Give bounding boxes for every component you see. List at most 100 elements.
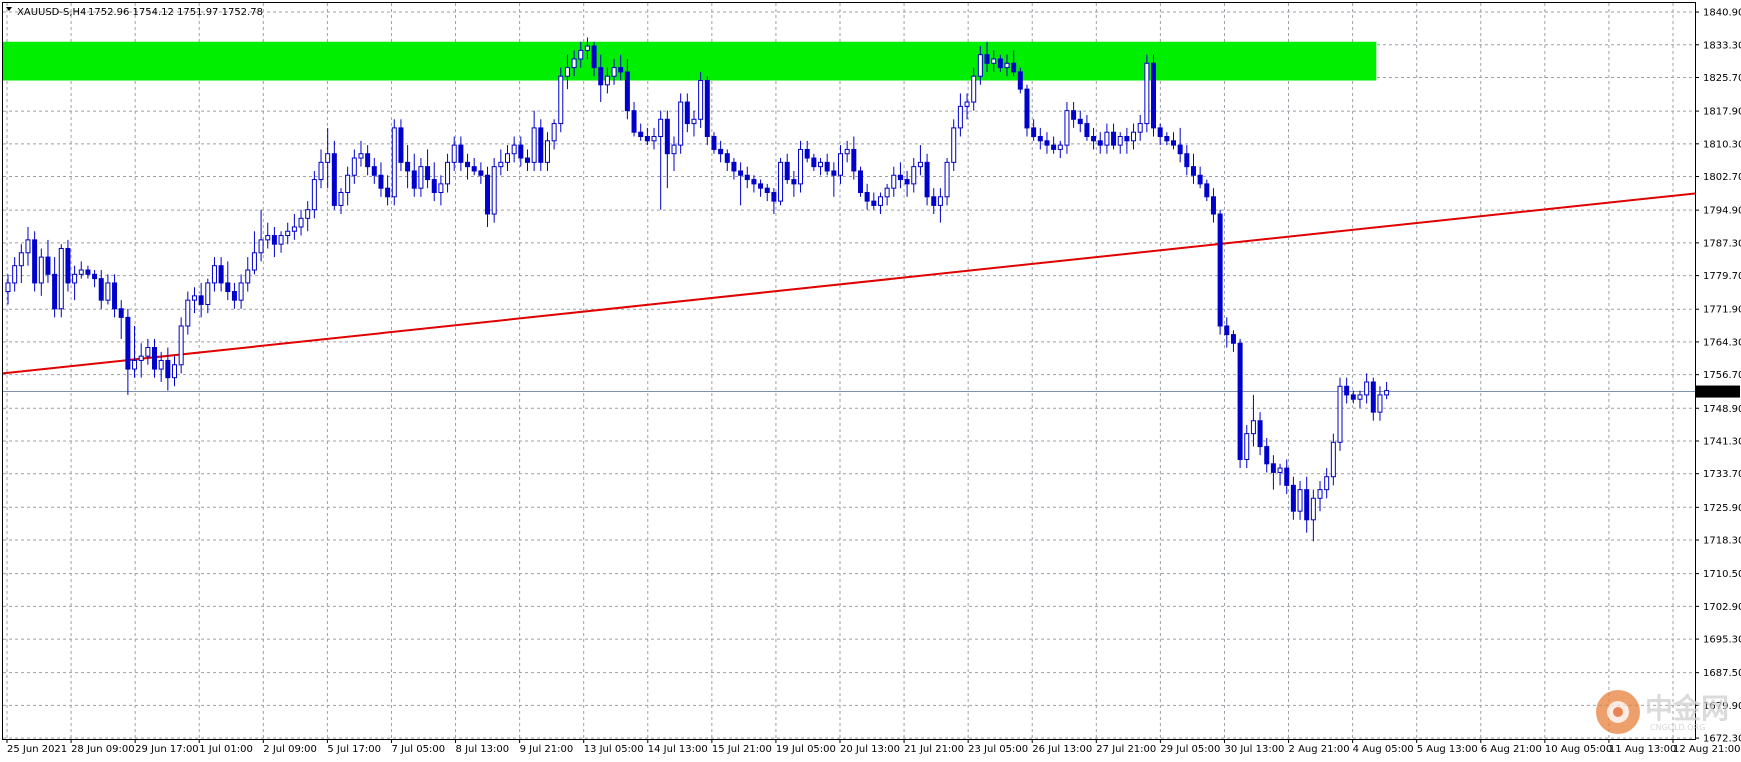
candle-body-bear [897, 174, 903, 181]
candle-body-bear [1024, 88, 1030, 129]
candle-body-bear [331, 153, 337, 206]
candle-body-bull [877, 196, 883, 206]
candle-body-bear [811, 157, 817, 168]
candle-body-bull [651, 136, 657, 142]
x-tick-label: 7 Jul 05:00 [391, 744, 445, 755]
candle-body-bull [1317, 489, 1323, 499]
candle-body-bull [511, 144, 517, 155]
candle-body-bull [505, 153, 510, 163]
candle-body-bull [1357, 394, 1363, 400]
candle-body-bear [371, 166, 377, 176]
candle-body-bull [798, 148, 804, 185]
y-tick-label: 1825.70 [1703, 73, 1741, 84]
candle-body-bear [1031, 127, 1037, 138]
candle-body-bear [1051, 144, 1057, 150]
candle-body-bull [977, 54, 983, 77]
candle-body-bear [365, 153, 371, 168]
candle-body-bear [431, 179, 437, 193]
candle-body-bear [1370, 381, 1376, 413]
candle-body-bear [664, 118, 670, 155]
candle-body-bear [1151, 62, 1157, 129]
candle-body-bear [731, 161, 737, 172]
candle-body-bull [951, 127, 957, 163]
candle-body-bull [578, 49, 584, 60]
current-price-label: 1752.78 [1698, 387, 1739, 398]
candle-body-bull [671, 144, 677, 155]
x-tick-label: 26 Jul 13:00 [1032, 744, 1092, 755]
x-tick-label: 6 Aug 21:00 [1481, 744, 1542, 755]
y-tick-label: 1840.90 [1703, 8, 1741, 19]
candle-body-bear [931, 196, 937, 206]
x-tick-label: 29 Jul 05:00 [1160, 744, 1220, 755]
x-tick-label: 21 Jul 21:00 [904, 744, 964, 755]
x-tick-label: 28 Jun 09:00 [71, 744, 135, 755]
candle-body-bear [984, 54, 990, 64]
candle-body-bull [1144, 62, 1150, 125]
candle-body-bear [425, 166, 431, 181]
candle-body-bear [458, 144, 464, 163]
candle-body-bear [618, 67, 624, 73]
candle-body-bear [784, 161, 790, 181]
candle-body-bear [631, 110, 637, 133]
candle-body-bear [165, 359, 171, 379]
candle-body-bull [1117, 136, 1123, 146]
candle-body-bull [358, 153, 364, 159]
candle-body-bull [438, 183, 444, 193]
candle-body-bear [1270, 463, 1276, 473]
candle-body-bull [265, 235, 271, 241]
candle-body-bull [132, 359, 138, 370]
candle-body-bear [704, 80, 710, 138]
candle-body-bull [138, 355, 144, 361]
candle-body-bull [1310, 497, 1316, 521]
y-tick-label: 1764.30 [1703, 337, 1741, 348]
candle-body-bear [478, 170, 484, 176]
candle-body-bull [391, 127, 397, 198]
brand-logo-dot-icon [1613, 707, 1623, 717]
candle-body-bear [591, 45, 597, 69]
x-tick-label: 11 Aug 13:00 [1609, 744, 1676, 755]
candle-body-bull [957, 105, 963, 129]
candle-body-bull [325, 153, 331, 163]
y-tick-label: 1748.90 [1703, 404, 1741, 415]
watermark-domain: CNGOLD.ORG [1650, 723, 1705, 732]
candle-body-bear [218, 265, 224, 284]
candle-body-bull [1330, 441, 1336, 478]
candle-body-bull [1337, 385, 1343, 443]
y-tick-label: 1733.70 [1703, 469, 1741, 480]
candlestick-chart[interactable]: 1840.90 1833.30 1825.70 1817.90 1810.30 1802.… [0, 0, 1741, 762]
candle-body-bull [78, 269, 84, 275]
ohlc-readout: 1752.96 1754.12 1751.97 1752.78 [88, 7, 263, 18]
candle-body-bear [1284, 467, 1290, 486]
x-tick-label: 10 Aug 05:00 [1545, 744, 1612, 755]
candle-body-bull [818, 161, 824, 168]
candle-body-bear [518, 144, 524, 159]
candle-body-bull [917, 161, 923, 168]
y-tick-label: 1802.70 [1703, 172, 1741, 183]
candle-body-bull [964, 101, 970, 107]
candle-body-bear [1017, 71, 1023, 90]
candle-body-bull [251, 252, 257, 271]
candle-body-bear [1237, 342, 1243, 461]
candle-body-bear [125, 316, 131, 370]
candle-body-bear [1084, 123, 1090, 138]
x-tick-label: 2 Jul 09:00 [263, 744, 317, 755]
x-tick-label: 19 Jul 05:00 [776, 744, 836, 755]
candle-body-bull [345, 174, 351, 193]
candle-body-bear [411, 170, 417, 189]
candle-body-bear [1037, 136, 1043, 142]
candle-body-bull [1324, 476, 1330, 491]
candle-body-bull [1004, 62, 1010, 69]
candle-body-bull [278, 235, 284, 245]
candle-body-bull [698, 80, 704, 120]
candle-body-bear [1091, 136, 1097, 142]
resistance-zone-layer [3, 41, 1377, 81]
candle-body-bear [1097, 140, 1103, 146]
candle-body-bull [844, 148, 850, 155]
candle-body-bull [445, 161, 451, 185]
candle-body-bear [45, 256, 51, 275]
candle-body-bull [191, 295, 197, 301]
candle-body-bear [1171, 140, 1176, 146]
y-tick-label: 1672.30 [1703, 734, 1741, 745]
candle-body-bull [1384, 390, 1390, 396]
candle-body-bear [378, 174, 384, 189]
